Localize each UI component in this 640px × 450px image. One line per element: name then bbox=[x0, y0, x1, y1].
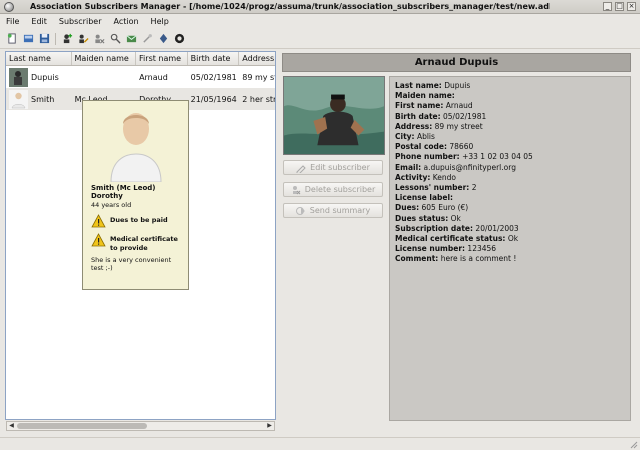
menu-subscriber[interactable]: Subscriber bbox=[59, 17, 102, 26]
tooltip-first-name: Dorothy bbox=[91, 192, 123, 200]
cell-birth-date: 05/02/1981 bbox=[190, 72, 237, 82]
tooltip-age: 44 years old bbox=[91, 201, 132, 209]
minimize-icon[interactable]: _ bbox=[603, 2, 612, 11]
detail-dues: Dues: 605 Euro (€) bbox=[395, 203, 469, 213]
cell-address: 89 my str bbox=[242, 72, 275, 82]
column-maiden-name[interactable]: Maiden name bbox=[72, 52, 137, 65]
delete-subscriber-label: Delete subscriber bbox=[304, 185, 376, 194]
horizontal-scrollbar[interactable]: ◀ ▶ bbox=[6, 421, 275, 431]
subscriber-name-header: Arnaud Dupuis bbox=[282, 53, 631, 72]
send-icon[interactable] bbox=[125, 33, 137, 45]
edit-subscriber-label: Edit subscriber bbox=[310, 163, 370, 172]
send-icon bbox=[295, 206, 305, 215]
detail-address: Address: 89 my street bbox=[395, 121, 483, 131]
cell-address: 2 her stre bbox=[242, 94, 275, 104]
about-icon[interactable] bbox=[157, 33, 169, 45]
cell-first-name: Arnaud bbox=[139, 72, 168, 82]
cell-birth-date: 21/05/1964 bbox=[190, 94, 237, 104]
window-title: Association Subscribers Manager - [/home… bbox=[30, 2, 550, 11]
delete-icon[interactable] bbox=[93, 33, 105, 45]
column-last-name[interactable]: Last name bbox=[6, 52, 72, 65]
open-icon[interactable] bbox=[22, 33, 34, 45]
add-subscriber-icon[interactable] bbox=[61, 33, 73, 45]
send-summary-label: Send summary bbox=[309, 206, 371, 215]
tooltip-warning: Medical certificate to provide bbox=[91, 233, 180, 252]
scroll-right-icon[interactable]: ▶ bbox=[265, 422, 274, 430]
tools-icon[interactable] bbox=[141, 33, 153, 45]
save-icon[interactable] bbox=[38, 33, 50, 45]
cell-text: Smith bbox=[31, 94, 55, 104]
menu-bar: File Edit Subscriber Action Help bbox=[0, 14, 640, 29]
column-birth-date[interactable]: Birth date bbox=[188, 52, 240, 65]
window-controls: _ □ × bbox=[603, 2, 636, 11]
close-icon[interactable]: × bbox=[627, 2, 636, 11]
menu-edit[interactable]: Edit bbox=[31, 17, 47, 26]
cell-text: Dupuis bbox=[31, 72, 59, 82]
warning-icon bbox=[91, 233, 106, 247]
cell-last-name: Smith bbox=[6, 89, 72, 109]
title-bar: Association Subscribers Manager - [/home… bbox=[0, 0, 640, 14]
detail-first-name: First name: Arnaud bbox=[395, 101, 473, 111]
menu-file[interactable]: File bbox=[6, 17, 19, 26]
detail-email: Email: a.dupuis@nfinityperl.org bbox=[395, 162, 516, 172]
toolbar bbox=[0, 29, 640, 49]
scroll-left-icon[interactable]: ◀ bbox=[7, 422, 16, 430]
subscriber-tooltip: Smith (Mc Leod) Dorothy 44 years old Due… bbox=[82, 100, 189, 290]
detail-last-name: Last name: Dupuis bbox=[395, 81, 471, 90]
default-avatar-icon bbox=[109, 113, 162, 182]
detail-subscription-date: Subscription date: 20/01/2003 bbox=[395, 223, 519, 233]
cell-last-name: Dupuis bbox=[6, 67, 72, 87]
warning-text: Dues to be paid bbox=[110, 216, 168, 224]
column-address[interactable]: Address bbox=[239, 52, 275, 65]
subscriber-details: Last name: Dupuis Maiden name: First nam… bbox=[389, 76, 631, 421]
detail-license-number: License number: 123456 bbox=[395, 244, 497, 254]
detail-phone-number: Phone number: +33 1 02 03 04 05 bbox=[395, 152, 533, 162]
warning-text: Medical certificate to provide bbox=[110, 235, 178, 252]
table-row[interactable]: Dupuis Arnaud 05/02/1981 89 my str bbox=[6, 66, 275, 88]
menu-help[interactable]: Help bbox=[151, 17, 169, 26]
detail-license-label: License label: bbox=[395, 193, 454, 203]
toolbar-separator bbox=[55, 32, 56, 45]
maximize-icon[interactable]: □ bbox=[615, 2, 624, 11]
detail-birth-date: Birth date: 05/02/1981 bbox=[395, 111, 487, 121]
new-file-icon[interactable] bbox=[6, 33, 18, 45]
detail-medical-certificate-status: Medical certificate status: Ok bbox=[395, 234, 519, 244]
resize-grip-icon[interactable] bbox=[629, 440, 638, 449]
subscriber-photo bbox=[283, 76, 385, 155]
edit-subscriber-button[interactable]: Edit subscriber bbox=[283, 160, 383, 175]
search-icon[interactable] bbox=[109, 33, 121, 45]
detail-lessons-number: Lessons' number: 2 bbox=[395, 183, 477, 193]
warning-icon bbox=[91, 214, 106, 228]
detail-city: City: Ablis bbox=[395, 132, 435, 142]
status-bar bbox=[0, 437, 640, 450]
detail-comment: Comment: here is a comment ! bbox=[395, 254, 517, 264]
tooltip-name: Smith (Mc Leod) bbox=[91, 184, 156, 192]
menu-action[interactable]: Action bbox=[113, 17, 138, 26]
detail-activity: Activity: Kendo bbox=[395, 172, 456, 182]
delete-icon bbox=[292, 185, 301, 194]
send-summary-button[interactable]: Send summary bbox=[283, 203, 383, 218]
app-icon[interactable] bbox=[4, 1, 14, 12]
subscriber-photo-thumbnail bbox=[9, 67, 28, 87]
delete-subscriber-button[interactable]: Delete subscriber bbox=[283, 182, 383, 197]
tooltip-comment: She is a very convenient test ;-) bbox=[91, 256, 172, 272]
tooltip-warning: Dues to be paid bbox=[91, 214, 180, 228]
detail-maiden-name: Maiden name: bbox=[395, 91, 455, 101]
edit-icon[interactable] bbox=[77, 33, 89, 45]
list-header: Last name Maiden name First name Birth d… bbox=[6, 52, 275, 66]
edit-icon bbox=[296, 164, 306, 173]
detail-postal-code: Postal code: 78660 bbox=[395, 142, 474, 152]
scrollbar-thumb[interactable] bbox=[17, 423, 147, 429]
detail-dues-status: Dues status: Ok bbox=[395, 213, 461, 223]
column-first-name[interactable]: First name bbox=[136, 52, 188, 65]
default-avatar-icon bbox=[9, 89, 28, 109]
help-icon[interactable] bbox=[173, 33, 185, 45]
